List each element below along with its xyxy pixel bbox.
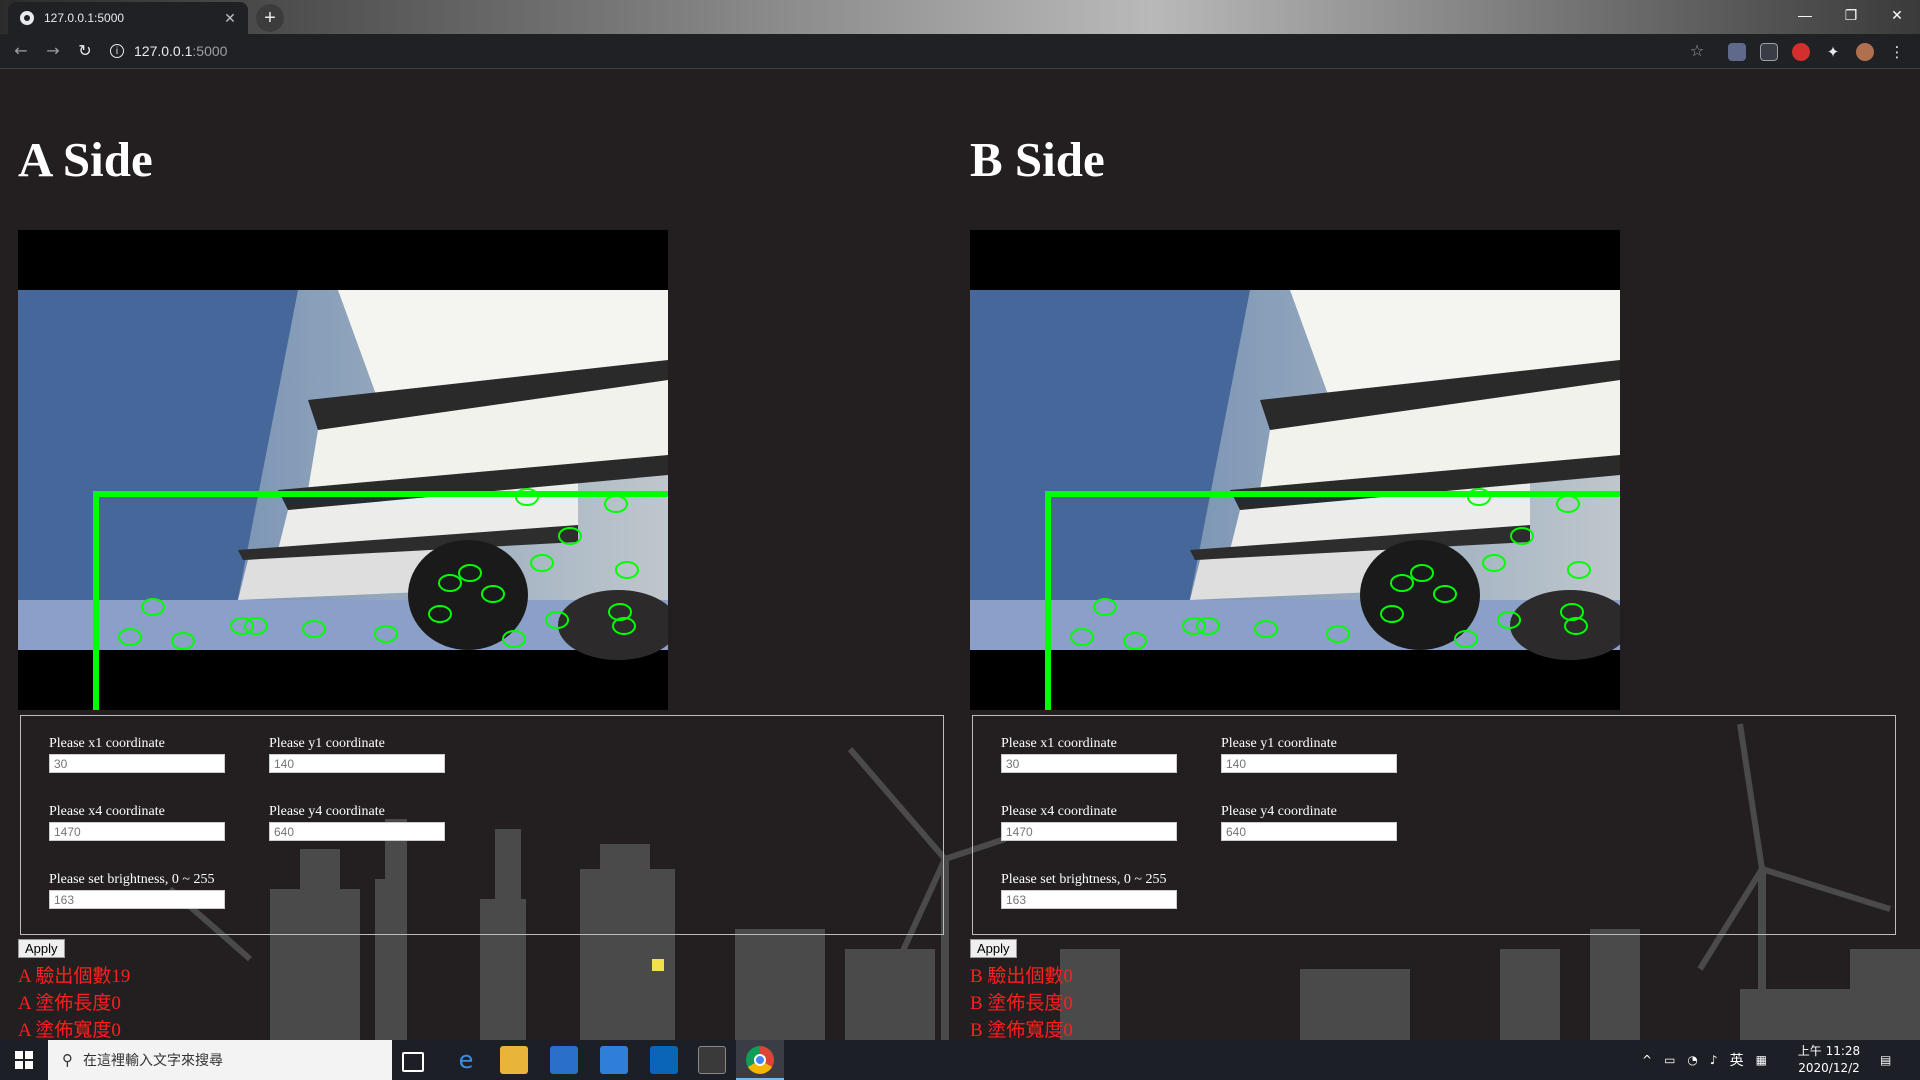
detected-count-text: B 驗出個數0 bbox=[970, 966, 1073, 987]
clock-date: 2020/12/2 bbox=[1798, 1061, 1860, 1075]
coating-width-text: B 塗佈寬度0 bbox=[970, 1020, 1073, 1040]
brightness-label: Please set brightness, 0 ~ 255 bbox=[49, 872, 215, 887]
outlook-icon[interactable] bbox=[650, 1046, 678, 1074]
chrome-taskbar-button[interactable] bbox=[736, 1040, 784, 1080]
notification-center-icon[interactable]: ▤ bbox=[1880, 1040, 1891, 1080]
detected-count-text: A 驗出個數19 bbox=[18, 966, 131, 987]
coating-length-text: B 塗佈長度0 bbox=[970, 993, 1073, 1014]
address-bar[interactable]: i 127.0.0.1 :5000 bbox=[110, 38, 1690, 64]
avatar[interactable] bbox=[1856, 43, 1874, 61]
camera-feed bbox=[18, 230, 668, 710]
camera-feed bbox=[970, 230, 1620, 710]
tab-close-button[interactable]: ✕ bbox=[220, 10, 240, 27]
search-icon: ⚲ bbox=[62, 1051, 73, 1069]
info-icon[interactable]: i bbox=[110, 44, 124, 58]
x4-input[interactable] bbox=[1001, 822, 1177, 841]
taskbar-search-box[interactable]: ⚲ 在這裡輸入文字來搜尋 bbox=[48, 1040, 392, 1080]
puzzle-icon[interactable]: ✦ bbox=[1824, 43, 1842, 61]
y4-label: Please y4 coordinate bbox=[1221, 804, 1337, 819]
side-title: A Side bbox=[18, 132, 153, 187]
mail-icon[interactable] bbox=[600, 1046, 628, 1074]
ime-mode-icon[interactable]: ▦ bbox=[1756, 1053, 1767, 1067]
start-button[interactable] bbox=[0, 1040, 48, 1080]
system-clock[interactable]: 上午 11:28 2020/12/2 bbox=[1784, 1043, 1874, 1077]
extension-icon[interactable] bbox=[1760, 43, 1778, 61]
x1-input[interactable] bbox=[49, 754, 225, 773]
brightness-field: Please set brightness, 0 ~ 255 bbox=[49, 872, 225, 909]
y1-label: Please y1 coordinate bbox=[1221, 736, 1337, 751]
x1-field: Please x1 coordinate bbox=[1001, 736, 1177, 773]
url-host: 127.0.0.1 bbox=[134, 43, 193, 59]
windows-logo-icon bbox=[15, 1051, 33, 1069]
x4-label: Please x4 coordinate bbox=[1001, 804, 1117, 819]
x4-field: Please x4 coordinate bbox=[49, 804, 225, 841]
settings-form: Please x1 coordinate Please y1 coordinat… bbox=[972, 715, 1896, 935]
close-window-button[interactable]: ✕ bbox=[1874, 0, 1920, 30]
task-view-icon[interactable] bbox=[402, 1052, 424, 1072]
y1-input[interactable] bbox=[269, 754, 445, 773]
apply-button[interactable]: Apply bbox=[18, 939, 65, 958]
extension-icon[interactable] bbox=[1728, 43, 1746, 61]
y4-input[interactable] bbox=[269, 822, 445, 841]
system-tray: ^ ▭ ◔ ♪ 英 ▦ bbox=[1642, 1040, 1767, 1080]
y4-input[interactable] bbox=[1221, 822, 1397, 841]
store-icon[interactable] bbox=[550, 1046, 578, 1074]
minimize-button[interactable]: — bbox=[1782, 0, 1828, 30]
restore-button[interactable]: ❐ bbox=[1828, 0, 1874, 30]
chrome-icon bbox=[746, 1046, 774, 1074]
browser-tab-bar: 127.0.0.1:5000 ✕ + — ❐ ✕ bbox=[0, 0, 1920, 34]
search-placeholder: 在這裡輸入文字來搜尋 bbox=[83, 1053, 223, 1069]
y1-label: Please y1 coordinate bbox=[269, 736, 385, 751]
y4-field: Please y4 coordinate bbox=[1221, 804, 1397, 841]
brightness-input[interactable] bbox=[1001, 890, 1177, 909]
x1-label: Please x1 coordinate bbox=[49, 736, 165, 751]
edge-browser-icon[interactable]: e bbox=[452, 1046, 480, 1074]
y1-field: Please y1 coordinate bbox=[269, 736, 445, 773]
terminal-icon[interactable] bbox=[698, 1046, 726, 1074]
battery-icon[interactable]: ▭ bbox=[1664, 1053, 1675, 1067]
new-tab-button[interactable]: + bbox=[256, 4, 284, 32]
y1-field: Please y1 coordinate bbox=[1221, 736, 1397, 773]
wifi-icon[interactable]: ◔ bbox=[1687, 1053, 1697, 1067]
x1-field: Please x1 coordinate bbox=[49, 736, 225, 773]
page-content: A Side Please x1 coordinate 30 Please y1… bbox=[0, 69, 1920, 1040]
brightness-input[interactable] bbox=[49, 890, 225, 909]
brightness-field: Please set brightness, 0 ~ 255 bbox=[1001, 872, 1177, 909]
file-explorer-icon[interactable] bbox=[500, 1046, 528, 1074]
forward-button[interactable]: → bbox=[42, 41, 64, 61]
url-port: :5000 bbox=[192, 43, 228, 59]
tab-title: 127.0.0.1:5000 bbox=[44, 11, 125, 25]
y4-label: Please y4 coordinate bbox=[269, 804, 385, 819]
back-button[interactable]: ← bbox=[10, 41, 32, 61]
side-title: B Side bbox=[970, 132, 1105, 187]
x1-label: Please x1 coordinate bbox=[1001, 736, 1117, 751]
camera-frame-image bbox=[970, 230, 1620, 710]
ime-indicator[interactable]: 英 bbox=[1730, 1050, 1744, 1070]
chevron-up-icon[interactable]: ^ bbox=[1642, 1053, 1652, 1067]
extension-icon[interactable] bbox=[1792, 43, 1810, 61]
globe-icon bbox=[20, 11, 34, 25]
volume-muted-icon[interactable]: ♪ bbox=[1710, 1053, 1718, 1067]
camera-frame-image bbox=[18, 230, 668, 710]
brightness-label: Please set brightness, 0 ~ 255 bbox=[1001, 872, 1167, 887]
bookmark-star-icon[interactable]: ☆ bbox=[1686, 41, 1708, 61]
browser-tab[interactable]: 127.0.0.1:5000 ✕ bbox=[8, 2, 248, 34]
x4-label: Please x4 coordinate bbox=[49, 804, 165, 819]
x1-input[interactable] bbox=[1001, 754, 1177, 773]
apply-button[interactable]: Apply bbox=[970, 939, 1017, 958]
settings-form: Please x1 coordinate Please y1 coordinat… bbox=[20, 715, 944, 935]
taskbar: ⚲ 在這裡輸入文字來搜尋 e ^ ▭ ◔ ♪ 英 ▦ 上午 11:28 2020… bbox=[0, 1040, 1920, 1080]
x4-field: Please x4 coordinate bbox=[1001, 804, 1177, 841]
menu-icon[interactable]: ⋮ bbox=[1888, 43, 1906, 61]
coating-width-text: A 塗佈寬度0 bbox=[18, 1020, 121, 1040]
y1-input[interactable] bbox=[1221, 754, 1397, 773]
y4-field: Please y4 coordinate bbox=[269, 804, 445, 841]
browser-toolbar: ← → ↻ i 127.0.0.1 :5000 ☆ ✦ ⋮ bbox=[0, 34, 1920, 69]
coating-length-text: A 塗佈長度0 bbox=[18, 993, 121, 1014]
x4-input[interactable] bbox=[49, 822, 225, 841]
clock-time: 上午 11:28 bbox=[1797, 1044, 1861, 1058]
reload-button[interactable]: ↻ bbox=[74, 41, 96, 61]
